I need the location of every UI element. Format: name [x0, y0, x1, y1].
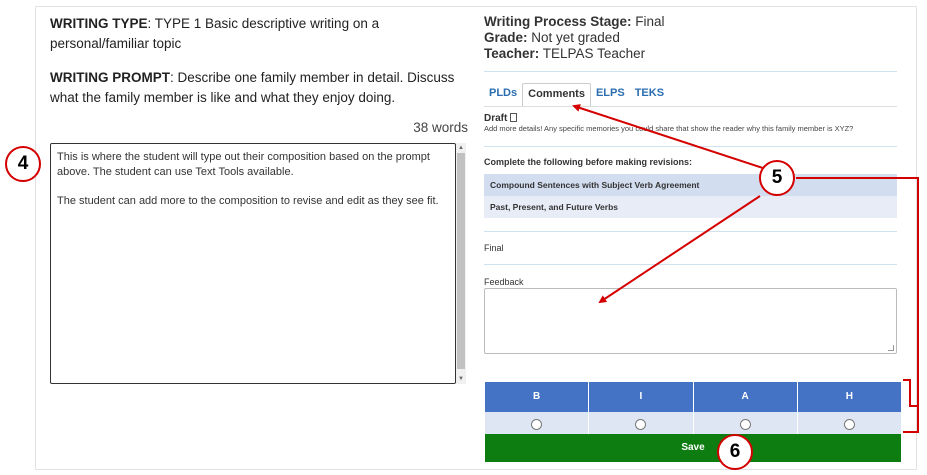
save-button[interactable]: Save — [485, 434, 901, 462]
tab-elps[interactable]: ELPS — [591, 83, 630, 107]
callout-5: 5 — [759, 160, 795, 196]
rubric-column-a: A — [693, 382, 798, 412]
rubric-cell — [693, 412, 798, 434]
composition-paragraph-1: This is where the student will type out … — [57, 151, 430, 178]
divider — [484, 264, 897, 265]
rubric-radio-row — [485, 412, 901, 434]
tab-plds[interactable]: PLDs — [484, 83, 522, 107]
feedback-textarea[interactable] — [484, 288, 897, 354]
radio-i[interactable] — [635, 419, 647, 430]
draft-heading: Draft — [484, 113, 518, 124]
divider — [484, 146, 897, 147]
rubric-cell — [485, 412, 590, 434]
final-label: Final — [484, 243, 504, 253]
rubric-table: B I A H — [485, 382, 901, 434]
resize-grip-icon[interactable] — [888, 345, 894, 351]
stage-value: Final — [631, 14, 665, 29]
teacher-value: TELPAS Teacher — [539, 46, 646, 61]
scrollbar-thumb[interactable] — [457, 153, 465, 369]
grade: Grade: Not yet graded — [484, 30, 902, 46]
divider — [484, 71, 897, 72]
radio-a[interactable] — [739, 419, 751, 430]
callout-4: 4 — [5, 146, 41, 182]
feedback-label: Feedback — [484, 277, 524, 287]
writing-type: WRITING TYPE: TYPE 1 Basic descriptive w… — [50, 14, 470, 54]
teacher: Teacher: TELPAS Teacher — [484, 46, 902, 62]
tab-teks[interactable]: TEKS — [630, 83, 669, 107]
radio-b[interactable] — [531, 419, 543, 430]
status-panel: Writing Process Stage: Final Grade: Not … — [484, 14, 902, 62]
writing-type-label: WRITING TYPE — [50, 16, 148, 31]
draft-comment: Add more details! Any specific memories … — [484, 124, 854, 133]
pdf-icon[interactable] — [510, 113, 518, 122]
rubric-column-b: B — [485, 382, 590, 412]
rubric-column-h: H — [797, 382, 901, 412]
rubric-cell — [797, 412, 901, 434]
writing-prompt-label: WRITING PROMPT — [50, 70, 170, 85]
grade-value: Not yet graded — [527, 30, 620, 45]
composition-paragraph-2: The student can add more to the composit… — [57, 195, 439, 207]
tab-comments[interactable]: Comments — [522, 83, 591, 107]
checklist-title: Complete the following before making rev… — [484, 157, 693, 167]
revision-checklist: Compound Sentences with Subject Verb Agr… — [484, 174, 897, 218]
checklist-item: Compound Sentences with Subject Verb Agr… — [484, 174, 897, 196]
teacher-label: Teacher: — [484, 46, 540, 61]
tab-bar: PLDs Comments ELPS TEKS — [484, 83, 669, 107]
scroll-up-icon[interactable]: ▲ — [456, 143, 466, 153]
composition-scrollbar[interactable]: ▲ ▼ — [456, 143, 466, 384]
radio-h[interactable] — [843, 419, 855, 430]
checklist-item: Past, Present, and Future Verbs — [484, 196, 897, 218]
prompt-panel: WRITING TYPE: TYPE 1 Basic descriptive w… — [50, 14, 470, 108]
writing-prompt: WRITING PROMPT: Describe one family memb… — [50, 68, 470, 108]
rubric-header: B I A H — [485, 382, 901, 412]
draft-label: Draft — [484, 113, 508, 124]
tabs-underline — [484, 106, 897, 107]
rubric-cell — [589, 412, 694, 434]
writing-stage: Writing Process Stage: Final — [484, 14, 902, 30]
callout-6: 6 — [717, 434, 753, 470]
scroll-down-icon[interactable]: ▼ — [456, 374, 466, 384]
grade-label: Grade: — [484, 30, 528, 45]
word-count: 38 words — [413, 120, 468, 135]
rubric-column-i: I — [589, 382, 694, 412]
stage-label: Writing Process Stage: — [484, 14, 632, 29]
composition-textarea[interactable]: This is where the student will type out … — [50, 143, 456, 384]
divider — [484, 231, 897, 232]
